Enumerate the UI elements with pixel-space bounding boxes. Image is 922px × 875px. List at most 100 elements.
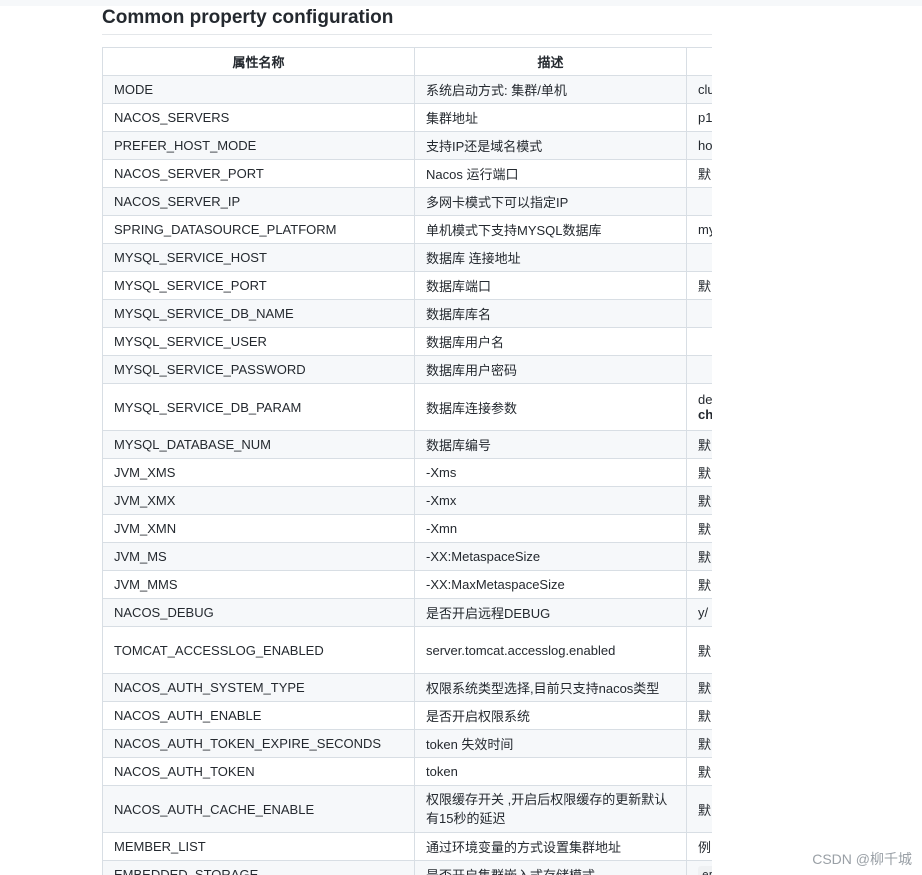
table-viewport: 属性名称 描述 MODE系统启动方式: 集群/单机cluNACOS_SERVER… bbox=[102, 47, 712, 875]
property-description-cell: 通过环境变量的方式设置集群地址 bbox=[414, 832, 687, 861]
table-row: NACOS_AUTH_ENABLE 是否开启权限系统默 bbox=[102, 701, 712, 730]
property-description-cell: -XX:MetaspaceSize bbox=[414, 542, 687, 571]
property-description-cell: -Xmx bbox=[414, 486, 687, 515]
table-row: MEMBER_LIST 通过环境变量的方式设置集群地址例 bbox=[102, 832, 712, 861]
property-description-cell: 权限缓存开关 ,开启后权限缓存的更新默认有15秒的延迟 bbox=[414, 785, 687, 833]
property-default-cell: 默 bbox=[686, 673, 712, 702]
table-row: NACOS_AUTH_TOKEN token 默 bbox=[102, 757, 712, 786]
property-name-cell: TOMCAT_ACCESSLOG_ENABLED bbox=[102, 626, 415, 674]
property-description-cell: 权限系统类型选择,目前只支持nacos类型 bbox=[414, 673, 687, 702]
property-default-cell: my bbox=[686, 215, 712, 244]
property-name-cell: JVM_MS bbox=[102, 542, 415, 571]
property-description-cell: token 失效时间 bbox=[414, 729, 687, 758]
column-header-name: 属性名称 bbox=[102, 47, 415, 76]
section-heading: Common property configuration bbox=[102, 7, 394, 28]
property-description-cell: 是否开启远程DEBUG bbox=[414, 598, 687, 627]
property-default-cell: 默 bbox=[686, 729, 712, 758]
property-description-cell: server.tomcat.accesslog.enabled bbox=[414, 626, 687, 674]
property-default-cell bbox=[686, 299, 712, 328]
property-default-cell: 默 bbox=[686, 626, 712, 674]
property-description-cell: 多网卡模式下可以指定IP bbox=[414, 187, 687, 216]
property-description-cell: Nacos 运行端口 bbox=[414, 159, 687, 188]
property-default-cell: 默 bbox=[686, 458, 712, 487]
property-default-cell: 默 bbox=[686, 430, 712, 459]
property-name-cell: MYSQL_SERVICE_DB_NAME bbox=[102, 299, 415, 328]
property-default-cell: 例 bbox=[686, 832, 712, 861]
property-description-cell: 数据库 连接地址 bbox=[414, 243, 687, 272]
table-row: TOMCAT_ACCESSLOG_ENABLED server.tomcat.ac… bbox=[102, 626, 712, 674]
property-default-cell: de ch bbox=[686, 383, 712, 431]
table-row: MYSQL_SERVICE_PASSWORD 数据库用户密码 bbox=[102, 355, 712, 384]
table-row: EMBEDDED_STORAGE是否开启集群嵌入式存储模式 en bbox=[102, 860, 712, 875]
property-description-cell: token bbox=[414, 757, 687, 786]
property-description-cell: 是否开启集群嵌入式存储模式 bbox=[414, 860, 687, 875]
property-name-cell: PREFER_HOST_MODE bbox=[102, 131, 415, 160]
table-row: JVM_XMN -Xmn 默 bbox=[102, 514, 712, 543]
property-name-cell: NACOS_DEBUG bbox=[102, 598, 415, 627]
property-default-cell: en bbox=[686, 860, 712, 875]
property-description-cell: 数据库连接参数 bbox=[414, 383, 687, 431]
property-description-cell: 是否开启权限系统 bbox=[414, 701, 687, 730]
property-default-cell: 默 bbox=[686, 757, 712, 786]
property-default-cell bbox=[686, 243, 712, 272]
table-row: PREFER_HOST_MODE 支持IP还是域名模式 ho bbox=[102, 131, 712, 160]
csdn-watermark: CSDN @柳千城 bbox=[812, 851, 912, 867]
property-default-cell: ho bbox=[686, 131, 712, 160]
property-default-cell: 默 bbox=[686, 542, 712, 571]
property-default-cell: 默 bbox=[686, 785, 712, 833]
property-description-cell: 数据库编号 bbox=[414, 430, 687, 459]
property-name-cell: MEMBER_LIST bbox=[102, 832, 415, 861]
table-row: MYSQL_SERVICE_DB_PARAM 数据库连接参数 de ch bbox=[102, 383, 712, 431]
table-row: NACOS_DEBUG 是否开启远程DEBUG y/ bbox=[102, 598, 712, 627]
property-default-cell: 默 bbox=[686, 271, 712, 300]
table-row: MYSQL_SERVICE_USER 数据库用户名 bbox=[102, 327, 712, 356]
property-name-cell: JVM_XMX bbox=[102, 486, 415, 515]
table-row: NACOS_SERVERS 集群地址 p1 bbox=[102, 103, 712, 132]
property-name-cell: NACOS_AUTH_SYSTEM_TYPE bbox=[102, 673, 415, 702]
property-description-cell: -Xms bbox=[414, 458, 687, 487]
table-header-row: 属性名称 描述 bbox=[102, 47, 712, 76]
table-row: NACOS_SERVER_IP 多网卡模式下可以指定IP bbox=[102, 187, 712, 216]
table-row: JVM_MS -XX:MetaspaceSize 默 bbox=[102, 542, 712, 571]
property-name-cell: MYSQL_SERVICE_PORT bbox=[102, 271, 415, 300]
property-default-cell bbox=[686, 187, 712, 216]
property-name-cell: NACOS_SERVER_IP bbox=[102, 187, 415, 216]
table-row: JVM_XMX -Xmx 默 bbox=[102, 486, 712, 515]
property-name-cell: MYSQL_SERVICE_USER bbox=[102, 327, 415, 356]
table-row: MYSQL_SERVICE_HOST 数据库 连接地址 bbox=[102, 243, 712, 272]
property-name-cell: NACOS_AUTH_TOKEN_EXPIRE_SECONDS bbox=[102, 729, 415, 758]
property-default-cell bbox=[686, 327, 712, 356]
property-name-cell: SPRING_DATASOURCE_PLATFORM bbox=[102, 215, 415, 244]
property-default-cell: 默 bbox=[686, 701, 712, 730]
property-name-cell: MODE bbox=[102, 75, 415, 104]
property-description-cell: 单机模式下支持MYSQL数据库 bbox=[414, 215, 687, 244]
property-name-cell: NACOS_SERVERS bbox=[102, 103, 415, 132]
table-row: MYSQL_DATABASE_NUM 数据库编号默 bbox=[102, 430, 712, 459]
property-default-cell: 默 bbox=[686, 159, 712, 188]
property-default-cell: 默 bbox=[686, 486, 712, 515]
property-name-cell: NACOS_AUTH_ENABLE bbox=[102, 701, 415, 730]
table-row: NACOS_AUTH_SYSTEM_TYPE 权限系统类型选择,目前只支持naco… bbox=[102, 673, 712, 702]
property-description-cell: 数据库用户名 bbox=[414, 327, 687, 356]
property-description-cell: 集群地址 bbox=[414, 103, 687, 132]
property-description-cell: 数据库端口 bbox=[414, 271, 687, 300]
table-row: MYSQL_SERVICE_PORT 数据库端口默 bbox=[102, 271, 712, 300]
property-table: 属性名称 描述 MODE系统启动方式: 集群/单机cluNACOS_SERVER… bbox=[102, 47, 712, 875]
table-row: NACOS_AUTH_CACHE_ENABLE 权限缓存开关 ,开启后权限缓存的更… bbox=[102, 785, 712, 833]
table-row: NACOS_SERVER_PORT Nacos 运行端口默 bbox=[102, 159, 712, 188]
property-name-cell: NACOS_AUTH_TOKEN bbox=[102, 757, 415, 786]
property-name-cell: JVM_XMS bbox=[102, 458, 415, 487]
property-description-cell: 数据库库名 bbox=[414, 299, 687, 328]
property-name-cell: JVM_XMN bbox=[102, 514, 415, 543]
table-row: SPRING_DATASOURCE_PLATFORM 单机模式下支持MYSQL数据… bbox=[102, 215, 712, 244]
property-name-cell: MYSQL_DATABASE_NUM bbox=[102, 430, 415, 459]
table-row: MODE系统启动方式: 集群/单机clu bbox=[102, 75, 712, 104]
property-name-cell: MYSQL_SERVICE_PASSWORD bbox=[102, 355, 415, 384]
property-default-cell: 默 bbox=[686, 514, 712, 543]
default-code-chip: en bbox=[698, 866, 712, 875]
property-default-cell bbox=[686, 355, 712, 384]
default-line-2: ch bbox=[698, 407, 712, 422]
property-description-cell: 数据库用户密码 bbox=[414, 355, 687, 384]
column-header-description: 描述 bbox=[414, 47, 687, 76]
table-row: MYSQL_SERVICE_DB_NAME 数据库库名 bbox=[102, 299, 712, 328]
